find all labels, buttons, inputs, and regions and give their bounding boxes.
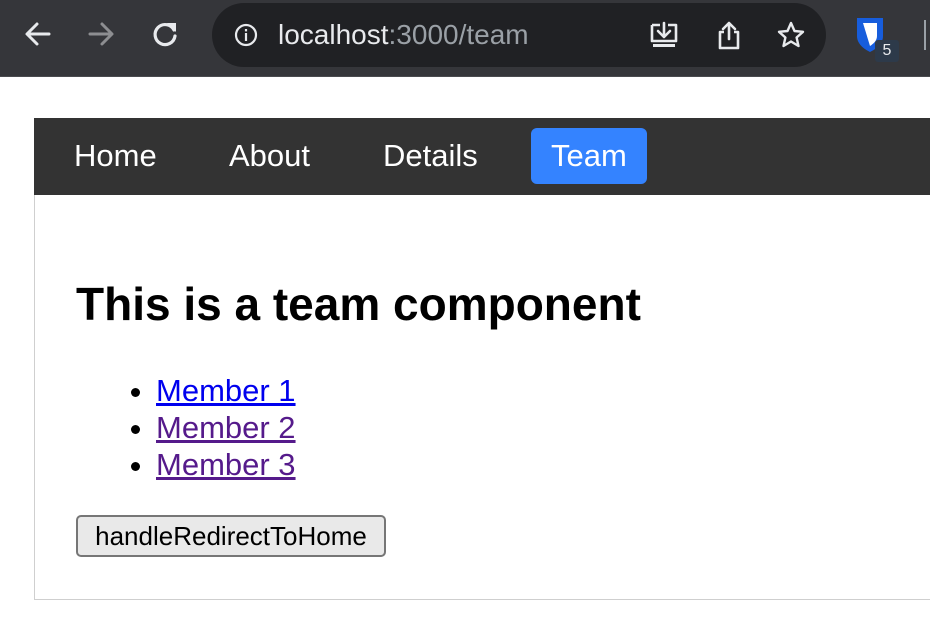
- share-button[interactable]: [714, 20, 744, 50]
- arrow-left-icon: [25, 22, 51, 46]
- extension-badge: 5: [875, 40, 899, 62]
- list-item: Member 1: [156, 372, 296, 409]
- url-host: localhost: [278, 19, 389, 50]
- extension-icon-edge[interactable]: [924, 20, 930, 50]
- browser-toolbar: localhost:3000/team 5: [0, 0, 930, 77]
- nav-link-about[interactable]: About: [229, 128, 310, 184]
- back-button[interactable]: [18, 14, 58, 54]
- install-button[interactable]: [649, 20, 679, 50]
- member-link-2[interactable]: Member 2: [156, 410, 296, 445]
- redirect-home-button[interactable]: handleRedirectToHome: [76, 515, 386, 557]
- member-list: Member 1 Member 2 Member 3: [116, 372, 296, 483]
- nav-link-details[interactable]: Details: [383, 128, 478, 184]
- url-path: :3000/team: [388, 19, 529, 50]
- forward-button[interactable]: [81, 14, 121, 54]
- install-icon: [650, 21, 678, 47]
- member-link-1[interactable]: Member 1: [156, 373, 296, 408]
- star-icon: [777, 21, 805, 48]
- reload-button[interactable]: [145, 14, 185, 54]
- navbar: Home About Details Team: [34, 118, 930, 195]
- info-icon[interactable]: [234, 23, 258, 47]
- address-bar[interactable]: localhost:3000/team: [212, 3, 826, 67]
- share-icon: [718, 21, 740, 50]
- list-item: Member 2: [156, 409, 296, 446]
- list-item: Member 3: [156, 446, 296, 483]
- url-text[interactable]: localhost:3000/team: [278, 20, 529, 50]
- nav-link-team[interactable]: Team: [531, 128, 647, 184]
- arrow-right-icon: [88, 22, 114, 46]
- reload-icon: [153, 22, 177, 47]
- bookmark-button[interactable]: [776, 20, 806, 50]
- nav-link-home[interactable]: Home: [74, 128, 157, 184]
- page-title: This is a team component: [76, 278, 641, 330]
- member-link-3[interactable]: Member 3: [156, 447, 296, 482]
